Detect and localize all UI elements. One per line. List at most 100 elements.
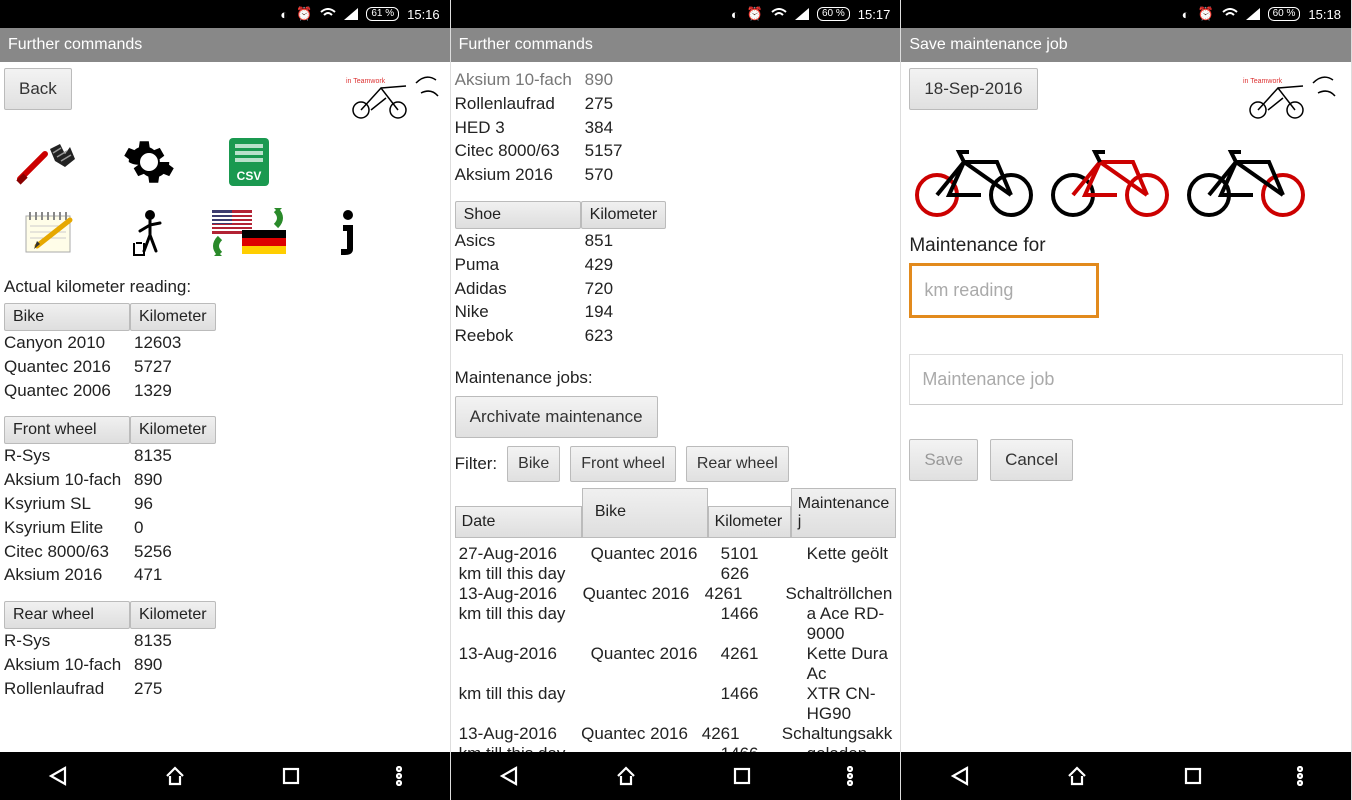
signal-icon	[795, 8, 809, 20]
table-row: R-Sys8135	[4, 629, 446, 653]
nav-menu-icon[interactable]	[396, 766, 402, 786]
jobs-header: Date Bike Kilometer Maintenance j	[455, 488, 897, 538]
table-row: Ksyrium SL96	[4, 492, 446, 516]
status-time: 15:18	[1308, 7, 1341, 22]
table-row: Adidas720	[455, 277, 897, 301]
table-row: Aksium 10-fach890	[4, 653, 446, 677]
table-row: 13-Aug-2016Quantec 20164261Schaltungsakk	[455, 724, 897, 744]
table-row: Puma429	[455, 253, 897, 277]
brightness-icon: ◐	[1182, 7, 1190, 22]
svg-text:CSV: CSV	[236, 169, 261, 183]
maintenance-jobs-label: Maintenance jobs:	[455, 368, 897, 388]
screen-header: Further commands	[451, 28, 901, 62]
bike-column-header: Bike	[582, 488, 708, 538]
table-row: Citec 8000/635157	[455, 139, 897, 163]
signal-icon	[1246, 8, 1260, 20]
bike-option-3[interactable]	[1181, 137, 1311, 217]
signal-icon	[344, 8, 358, 20]
maintenance-column-header: Maintenance j	[791, 488, 897, 538]
filter-label: Filter:	[455, 454, 498, 474]
table-row: Aksium 2016471	[4, 563, 446, 587]
android-nav-bar	[901, 752, 1351, 800]
wifi-icon	[1222, 8, 1238, 20]
svg-text:in Teamwork: in Teamwork	[346, 78, 386, 85]
filter-button[interactable]: Rear wheel	[686, 446, 789, 482]
status-bar: ◐ ⏰ 61 % 15:16	[0, 0, 450, 28]
brightness-icon: ◐	[731, 7, 739, 22]
table-row: Rollenlaufrad275	[455, 92, 897, 116]
battery-indicator: 61 %	[366, 7, 399, 21]
table-row: km till this day626	[455, 564, 897, 584]
table-row: HED 3384	[455, 116, 897, 140]
info-icon[interactable]	[303, 203, 395, 261]
table-row: R-Sys8135	[4, 444, 446, 468]
filter-button[interactable]: Bike	[507, 446, 560, 482]
nav-recent-icon[interactable]	[732, 766, 752, 786]
screen-header: Further commands	[0, 28, 450, 62]
logo-scribble: in Teamwork	[1223, 68, 1343, 123]
maintenance-for-label: Maintenance for	[909, 235, 1343, 257]
phone-screen-3: ◐ ⏰ 60 % 15:18 Save maintenance job 18-S…	[901, 0, 1352, 800]
shoe-column-header: Shoe	[455, 201, 581, 229]
bike-option-1[interactable]	[909, 137, 1039, 217]
nav-back-icon[interactable]	[949, 765, 971, 787]
table-row: km till this day1466a Ace RD-9000	[455, 604, 897, 644]
archivate-button[interactable]: Archivate maintenance	[455, 396, 658, 438]
notes-icon[interactable]	[4, 203, 96, 261]
bike-option-2[interactable]	[1045, 137, 1175, 217]
table-row: Quantec 20061329	[4, 379, 446, 403]
back-button[interactable]: Back	[4, 68, 72, 110]
battery-indicator: 60 %	[1268, 7, 1301, 21]
table-row: 13-Aug-2016Quantec 20164261Kette Dura Ac	[455, 644, 897, 684]
filter-button[interactable]: Front wheel	[570, 446, 676, 482]
svg-text:in Teamwork: in Teamwork	[1243, 78, 1283, 85]
table-row: km till this day1466XTR CN-HG90	[455, 684, 897, 724]
settings-gear-icon[interactable]	[104, 133, 196, 191]
actual-km-label: Actual kilometer reading:	[4, 277, 446, 297]
table-row: Citec 8000/635256	[4, 540, 446, 564]
tools-icon[interactable]	[4, 133, 96, 191]
screen-header: Save maintenance job	[901, 28, 1351, 62]
command-icon-grid: CSV	[4, 133, 394, 261]
nav-menu-icon[interactable]	[1297, 766, 1303, 786]
nav-back-icon[interactable]	[498, 765, 520, 787]
km-reading-input[interactable]: km reading	[909, 263, 1099, 318]
table-row: Reebok623	[455, 324, 897, 348]
battery-indicator: 60 %	[817, 7, 850, 21]
table-row: Rollenlaufrad275	[4, 677, 446, 701]
nav-home-icon[interactable]	[164, 765, 186, 787]
nav-menu-icon[interactable]	[847, 766, 853, 786]
wifi-icon	[771, 8, 787, 20]
table-row: Nike194	[455, 300, 897, 324]
nav-back-icon[interactable]	[47, 765, 69, 787]
table-row: Aksium 10-fach890	[4, 468, 446, 492]
maintenance-job-input[interactable]: Maintenance job	[909, 354, 1343, 405]
table-row: Aksium 2016570	[455, 163, 897, 187]
cancel-button[interactable]: Cancel	[990, 439, 1073, 481]
table-row: Ksyrium Elite0	[4, 516, 446, 540]
nav-recent-icon[interactable]	[1183, 766, 1203, 786]
status-time: 15:17	[858, 7, 891, 22]
date-column-header: Date	[455, 506, 582, 538]
date-button[interactable]: 18-Sep-2016	[909, 68, 1037, 110]
phone-screen-1: ◐ ⏰ 61 % 15:16 Further commands Back in …	[0, 0, 451, 800]
nav-home-icon[interactable]	[615, 765, 637, 787]
save-button[interactable]: Save	[909, 439, 978, 481]
wifi-icon	[320, 8, 336, 20]
alarm-icon: ⏰	[747, 6, 763, 22]
table-row: Asics851	[455, 229, 897, 253]
front-wheel-header: Front wheel	[4, 416, 130, 444]
logo-scribble: in Teamwork	[326, 68, 446, 123]
table-row: 13-Aug-2016Quantec 20164261Schaltröllche…	[455, 584, 897, 604]
bike-column-header: Bike	[4, 303, 130, 331]
csv-export-icon[interactable]: CSV	[203, 133, 295, 191]
language-flags-icon[interactable]	[203, 203, 295, 261]
trash-icon[interactable]	[104, 203, 196, 261]
km-column-header: Kilometer	[708, 506, 791, 538]
table-row: km till this day1466geladen	[455, 744, 897, 752]
nav-recent-icon[interactable]	[281, 766, 301, 786]
phone-screen-2: ◐ ⏰ 60 % 15:17 Further commands Aksium 1…	[451, 0, 902, 800]
status-bar: ◐ ⏰ 60 % 15:18	[901, 0, 1351, 28]
nav-home-icon[interactable]	[1066, 765, 1088, 787]
brightness-icon: ◐	[280, 7, 288, 22]
